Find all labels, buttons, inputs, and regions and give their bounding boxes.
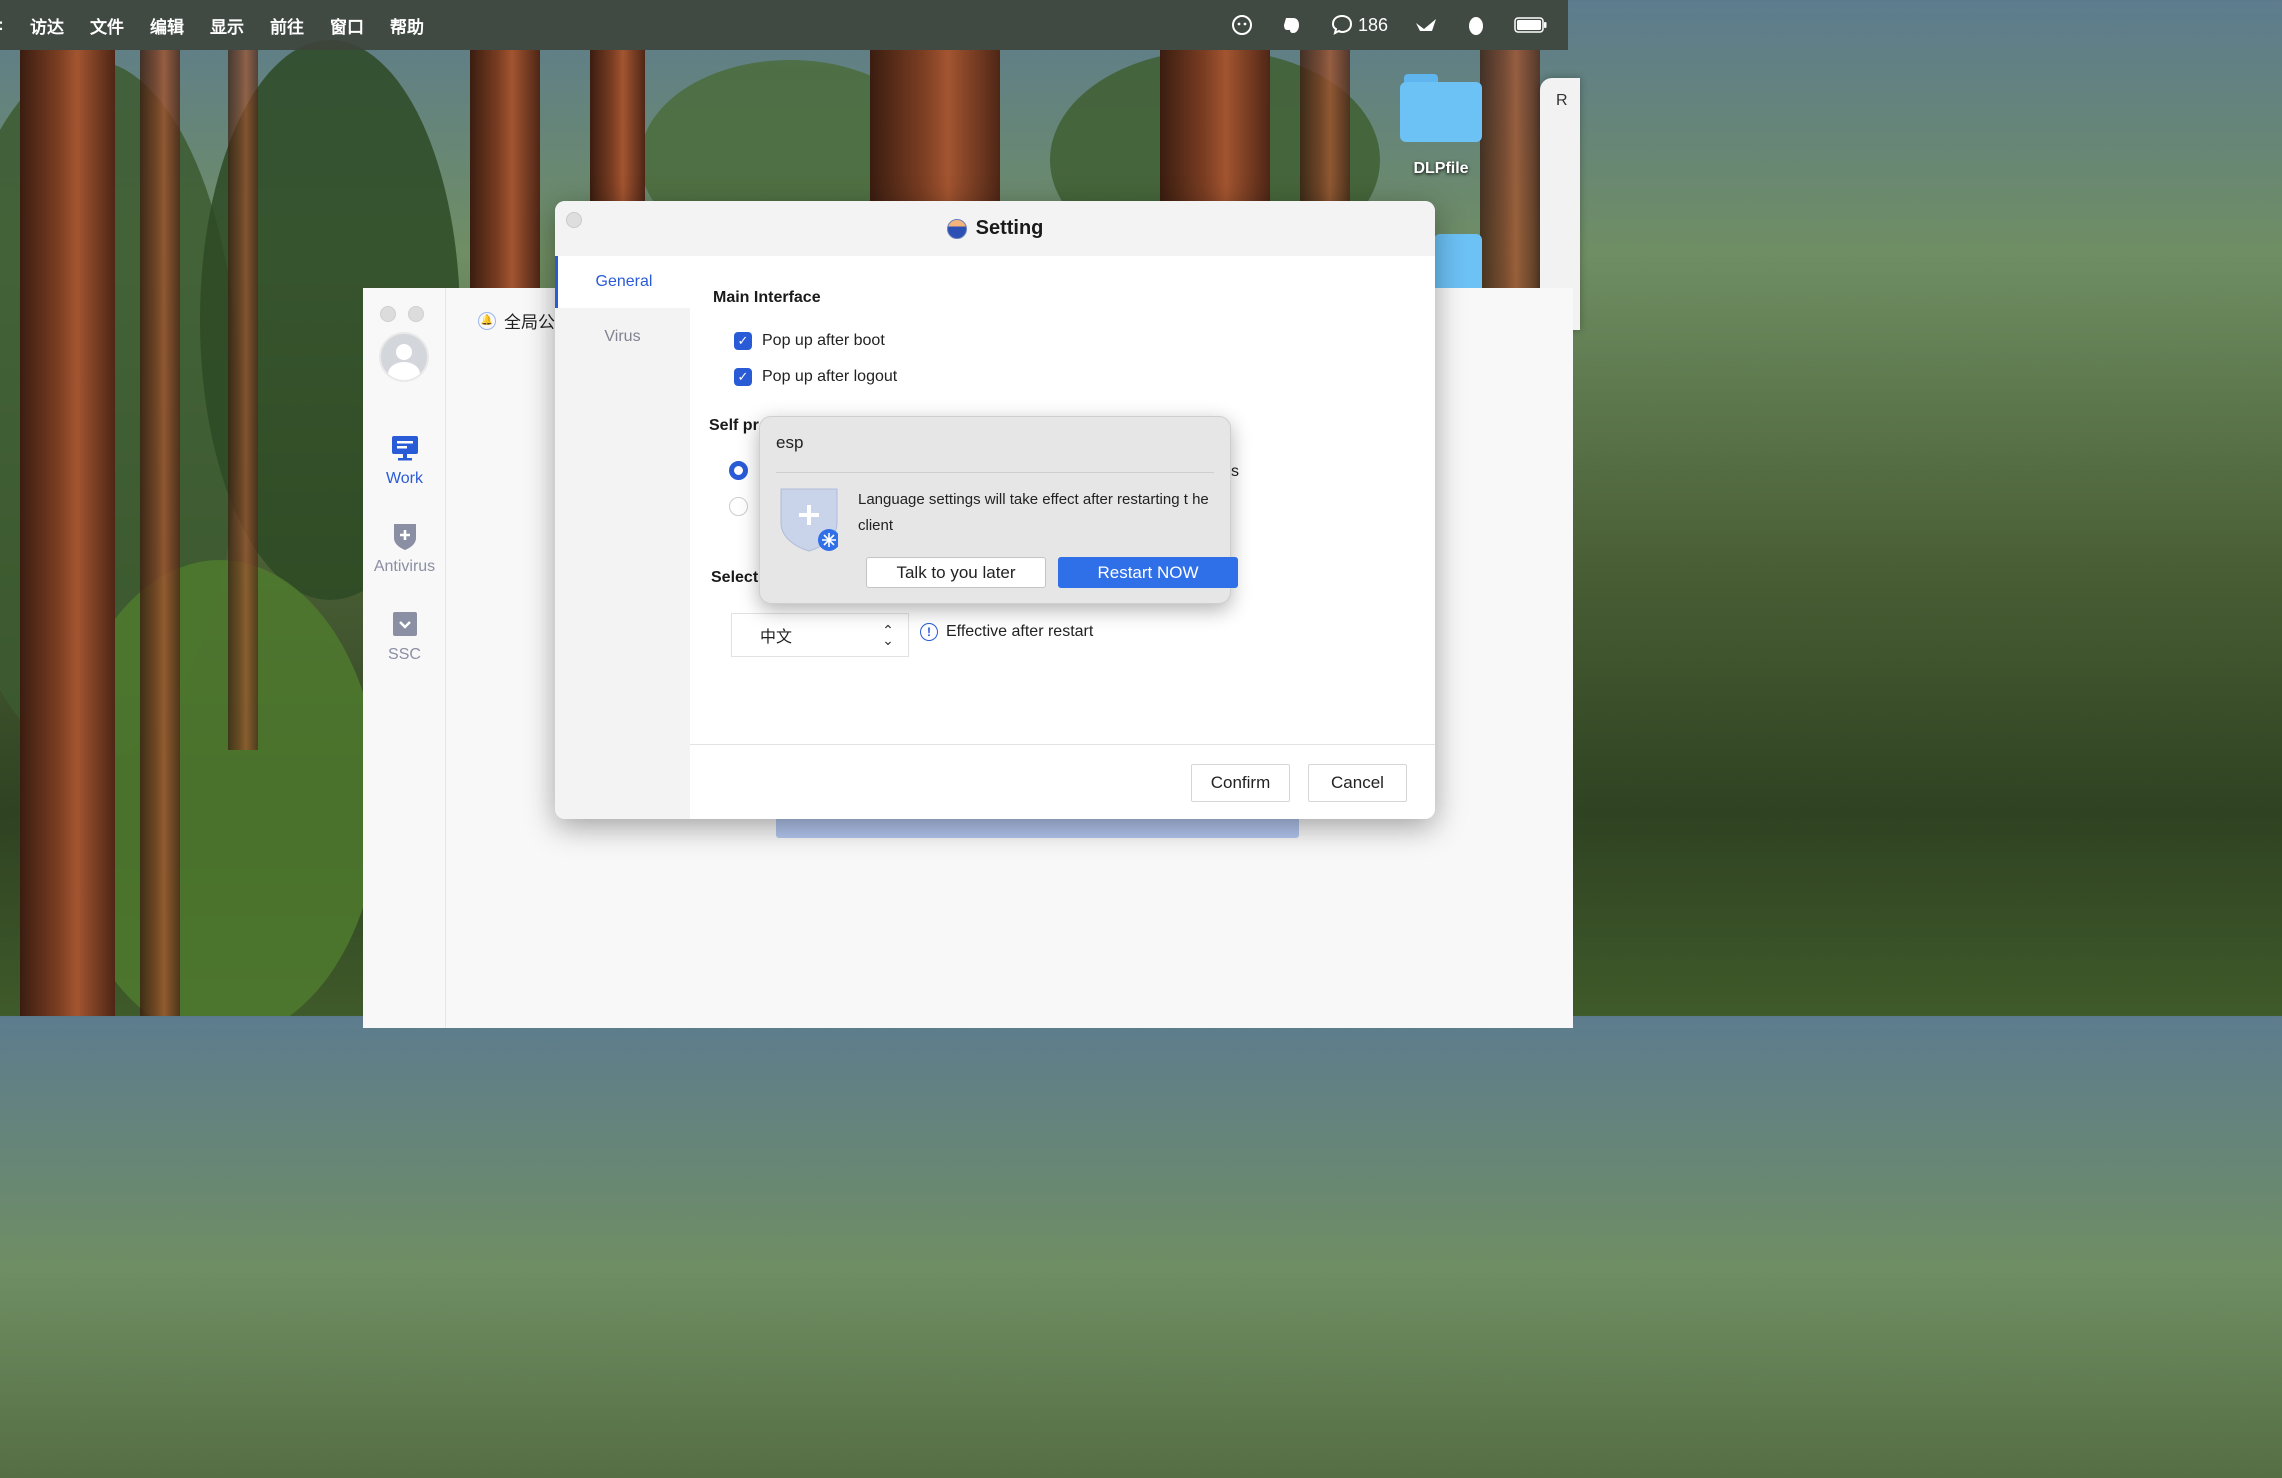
restart-popup: esp Language settings will take effect a… <box>759 416 1238 604</box>
nav-work[interactable]: Work <box>363 434 446 488</box>
side-window-letter: R <box>1556 92 1568 109</box>
radio-option-1-label-tail: s <box>1231 463 1239 480</box>
comment-icon <box>1331 14 1352 35</box>
talk-later-button[interactable]: Talk to you later <box>866 557 1046 588</box>
app-sidebar: Work Antivirus SSC <box>363 288 446 1028</box>
select-language-heading: Select <box>711 569 759 586</box>
settings-tabs: General Virus <box>555 256 690 819</box>
messages-status[interactable]: 186 <box>1330 14 1388 36</box>
menu-bar: : 访达 文件 编辑 显示 前往 窗口 帮助 186 <box>0 0 1568 50</box>
shield-plus-icon <box>391 522 419 550</box>
pop-up-after-boot-label: Pop up after boot <box>762 332 885 349</box>
folder-icon[interactable] <box>1400 72 1482 142</box>
penguin-icon[interactable] <box>1464 13 1488 37</box>
restart-hint: ! Effective after restart <box>920 623 1093 641</box>
menu-window[interactable]: 窗口 <box>330 13 364 38</box>
evernote-icon[interactable] <box>1280 13 1304 37</box>
dialog-titlebar: Setting <box>555 201 1435 256</box>
menu-finder[interactable]: 访达 <box>30 13 64 38</box>
menu-view[interactable]: 显示 <box>210 13 244 38</box>
language-select-value: 中文 <box>760 629 793 646</box>
folder-label[interactable]: DLPfile <box>1396 160 1486 178</box>
nav-work-label: Work <box>385 470 424 487</box>
close-dot[interactable] <box>380 306 396 322</box>
dialog-close-button[interactable] <box>566 212 582 228</box>
radio-option-1[interactable] <box>729 461 748 480</box>
footer-divider <box>690 744 1435 745</box>
avatar[interactable] <box>379 332 429 382</box>
self-protection-heading: Self pr <box>709 417 759 434</box>
popup-message: Language settings will take effect after… <box>858 491 1209 534</box>
folder-icon-partial[interactable] <box>1434 234 1482 288</box>
hand-icon[interactable] <box>1414 13 1438 37</box>
global-notice[interactable]: 🔔 全局公 <box>478 308 555 333</box>
monitor-icon <box>391 434 419 462</box>
language-select[interactable]: 中文 ⌃ ⌄ <box>731 613 909 657</box>
menu-edit[interactable]: 编辑 <box>150 13 184 38</box>
dialog-title: Setting <box>975 217 1044 239</box>
restart-hint-text: Effective after restart <box>946 623 1094 640</box>
apple-menu[interactable]: : <box>0 15 4 35</box>
popup-divider <box>776 472 1214 473</box>
main-interface-heading: Main Interface <box>713 289 821 306</box>
nav-antivirus-label: Antivirus <box>373 558 436 575</box>
nav-antivirus[interactable]: Antivirus <box>363 522 446 576</box>
confirm-button[interactable]: Confirm <box>1191 764 1290 802</box>
tab-virus[interactable]: Virus <box>555 311 690 363</box>
checkbox-checked-icon[interactable]: ✓ <box>734 368 752 386</box>
bell-icon: 🔔 <box>478 311 496 330</box>
minimize-dot[interactable] <box>408 306 424 322</box>
updown-chevron-icon: ⌃ ⌄ <box>882 622 894 648</box>
tab-general[interactable]: General <box>555 256 690 308</box>
checkbox-checked-icon[interactable]: ✓ <box>734 332 752 350</box>
popup-title: esp <box>776 433 804 452</box>
pop-up-after-logout-checkbox[interactable]: ✓ Pop up after logout <box>734 368 897 386</box>
shield-plus-icon <box>780 487 840 553</box>
pop-up-after-boot-checkbox[interactable]: ✓ Pop up after boot <box>734 332 885 350</box>
nav-ssc[interactable]: SSC <box>363 610 446 664</box>
app-logo-icon <box>946 218 967 239</box>
cancel-button[interactable]: Cancel <box>1308 764 1407 802</box>
chat-count: 186 <box>1357 14 1388 35</box>
app-content-bar <box>776 818 1299 838</box>
pop-up-after-logout-label: Pop up after logout <box>762 368 898 385</box>
nav-ssc-label: SSC <box>388 646 421 663</box>
restart-now-button[interactable]: Restart NOW <box>1058 557 1238 588</box>
battery-icon <box>1514 13 1548 37</box>
notice-text: 全局公 <box>504 313 555 332</box>
chat-bubble-icon[interactable] <box>1230 13 1254 37</box>
menu-go[interactable]: 前往 <box>270 13 304 38</box>
menu-file[interactable]: 文件 <box>90 13 124 38</box>
chevron-box-icon <box>391 610 419 638</box>
radio-option-2[interactable] <box>729 497 748 516</box>
info-icon: ! <box>920 623 938 641</box>
menu-help[interactable]: 帮助 <box>390 13 424 38</box>
